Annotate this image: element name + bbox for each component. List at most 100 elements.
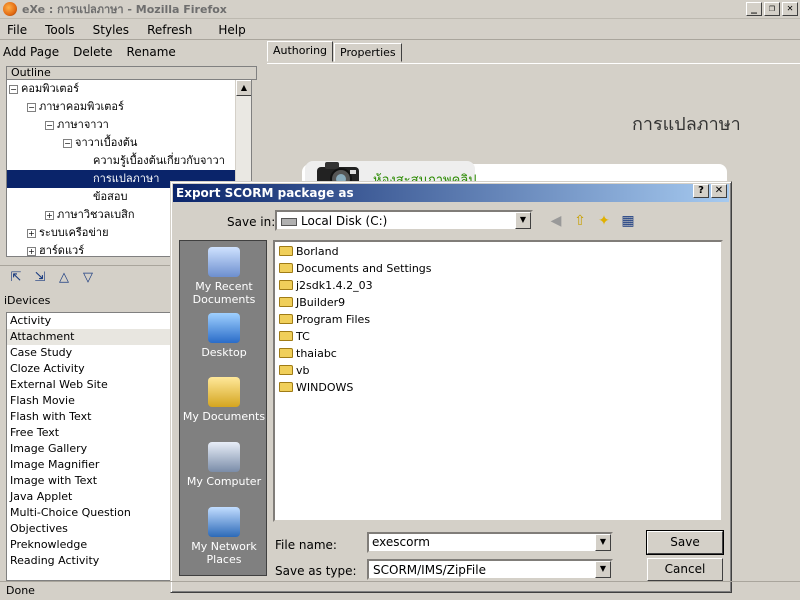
idevices-header: iDevices [4,294,51,307]
tab-properties[interactable]: Properties [334,43,402,62]
folder-item[interactable]: Borland [279,244,339,260]
place-my-computer[interactable]: My Computer [180,442,268,488]
chevron-down-icon[interactable]: ▼ [595,561,611,578]
delete-button[interactable]: Delete [73,45,112,59]
page-title: การแปลภาษา [632,114,741,135]
folder-item[interactable]: Program Files [279,312,370,328]
chevron-down-icon[interactable]: ▼ [595,534,611,551]
expand-icon[interactable]: + [45,210,54,220]
file-list[interactable]: Borland Documents and Settings j2sdk1.4.… [273,240,723,522]
collapse-icon[interactable]: − [9,84,18,94]
menu-file[interactable]: File [0,23,39,37]
menu-help[interactable]: Help [212,23,257,37]
folder-icon [279,263,293,273]
idevice-item[interactable]: Activity [7,313,175,329]
add-page-button[interactable]: Add Page [3,45,59,59]
tree-node-hardware[interactable]: + ฮาร์ดแวร์ [27,242,84,256]
idevice-item[interactable]: Image Gallery [7,441,175,457]
place-recent[interactable]: My Recent Documents [180,247,268,306]
menu-tools[interactable]: Tools [39,23,87,37]
idevice-item[interactable]: Flash with Text [7,409,175,425]
new-folder-icon[interactable]: ✦ [595,212,613,230]
tree-node-java[interactable]: − ภาษาจาวา [45,116,109,134]
folder-item[interactable]: TC [279,329,310,345]
folder-icon [279,280,293,290]
tree-node-exam[interactable]: ข้อสอบ [93,188,127,206]
save-in-select[interactable]: Local Disk (C:) ▼ [275,210,533,231]
menu-refresh[interactable]: Refresh [141,23,212,37]
move-down-icon[interactable]: ▽ [76,270,100,285]
editor-tabs: Authoring Properties [267,41,403,62]
save-as-type-select[interactable]: SCORM/IMS/ZipFile ▼ [367,559,613,580]
rename-button[interactable]: Rename [127,45,176,59]
collapse-icon[interactable]: − [27,102,36,112]
idevice-item[interactable]: Flash Movie [7,393,175,409]
folder-icon [279,246,293,256]
idevice-item[interactable]: External Web Site [7,377,175,393]
menu-bar: File Tools Styles Refresh Help [0,20,800,40]
dialog-title[interactable]: Export SCORM package as [173,184,729,202]
folder-icon [279,382,293,392]
file-name-input[interactable]: exescorm ▼ [367,532,613,553]
folder-item[interactable]: Documents and Settings [279,261,432,277]
idevice-item[interactable]: Image Magnifier [7,457,175,473]
idevice-item-selected[interactable]: Attachment [7,329,175,345]
tab-authoring[interactable]: Authoring [267,41,334,62]
tree-node-java-basics[interactable]: − จาวาเบื้องต้น [63,134,137,152]
outline-header: Outline [6,66,257,80]
place-network[interactable]: My Network Places [180,507,268,566]
cancel-button[interactable]: Cancel [647,558,723,581]
save-in-value: Local Disk (C:) [301,214,388,228]
idevice-item[interactable]: Multi-Choice Question [7,505,175,521]
idevice-item[interactable]: Cloze Activity [7,361,175,377]
collapse-icon[interactable]: − [63,138,72,148]
status-bar: Done [0,581,800,600]
help-button[interactable]: ? [693,184,709,198]
folder-item[interactable]: thaiabc [279,346,337,362]
scroll-up-icon[interactable]: ▲ [236,80,251,96]
tree-node-visual-basic[interactable]: + ภาษาวิชวลเบสิก [45,206,135,224]
tree-node-computer[interactable]: − คอมพิวเตอร์ [9,80,79,98]
places-bar: My Recent Documents Desktop My Documents… [179,240,267,576]
idevice-item[interactable]: Free Text [7,425,175,441]
save-as-type-label: Save as type: [275,564,357,578]
idevice-item[interactable]: Objectives [7,521,175,537]
idevice-item[interactable]: Preknowledge [7,537,175,553]
back-icon[interactable]: ◀ [547,212,565,230]
idevice-item[interactable]: Case Study [7,345,175,361]
dialog-close-button[interactable]: ✕ [711,184,727,198]
idevice-item[interactable]: Image with Text [7,473,175,489]
save-button[interactable]: Save [646,530,724,555]
place-desktop[interactable]: Desktop [180,313,268,359]
recent-documents-icon [208,247,240,277]
idevices-list[interactable]: Activity Attachment Case Study Cloze Act… [6,312,176,581]
chevron-down-icon[interactable]: ▼ [515,212,531,229]
tree-node-network[interactable]: + ระบบเครือข่าย [27,224,109,242]
folder-item[interactable]: WINDOWS [279,380,353,396]
idevice-item[interactable]: Reading Activity [7,553,175,569]
promote-icon[interactable]: ⇱ [4,270,28,285]
firefox-logo-icon [3,2,17,16]
move-up-icon[interactable]: △ [52,270,76,285]
folder-icon [279,297,293,307]
folder-item[interactable]: vb [279,363,310,379]
up-folder-icon[interactable]: ⇧ [571,212,589,230]
restore-button[interactable]: ❐ [764,2,780,16]
folder-item[interactable]: j2sdk1.4.2_03 [279,278,373,294]
idevice-item[interactable]: Java Applet [7,489,175,505]
export-scorm-dialog: Export SCORM package as ? ✕ Save in: Loc… [170,181,732,593]
view-menu-icon[interactable]: ▦ [619,212,637,230]
tree-node-programming-language[interactable]: − ภาษาคอมพิวเตอร์ [27,98,124,116]
collapse-icon[interactable]: − [45,120,54,130]
window-titlebar[interactable]: eXe : การแปลภาษา - Mozilla Firefox _ ❐ ✕ [0,0,800,19]
folder-item[interactable]: JBuilder9 [279,295,345,311]
dialog-nav-toolbar: ◀ ⇧ ✦ ▦ [547,212,637,230]
demote-icon[interactable]: ⇲ [28,270,52,285]
menu-styles[interactable]: Styles [87,23,141,37]
tree-node-java-intro[interactable]: ความรู้เบื้องต้นเกี่ยวกับจาวา [93,152,225,170]
expand-icon[interactable]: + [27,246,36,256]
close-button[interactable]: ✕ [782,2,798,16]
minimize-button[interactable]: _ [746,2,762,16]
place-my-documents[interactable]: My Documents [180,377,268,423]
expand-icon[interactable]: + [27,228,36,238]
